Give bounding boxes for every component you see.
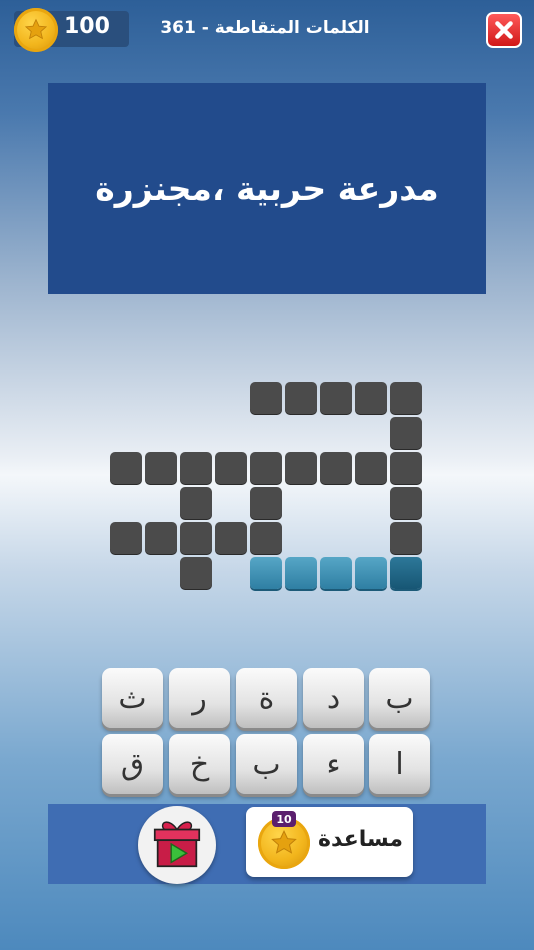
answer-cell[interactable] (320, 557, 352, 589)
page-title: 361 - الكلمات المتقاطعة (160, 18, 370, 38)
grid-cell[interactable] (285, 382, 317, 414)
grid-cell[interactable] (145, 522, 177, 554)
grid-cell[interactable] (180, 487, 212, 519)
grid-cell[interactable] (110, 452, 142, 484)
grid-cell[interactable] (355, 382, 387, 414)
answer-cell[interactable] (250, 557, 282, 589)
grid-cell[interactable] (390, 522, 422, 554)
clue-panel: مدرعة حربية ،مجنزرة (48, 83, 486, 294)
grid-cell[interactable] (355, 452, 387, 484)
grid-cell[interactable] (320, 382, 352, 414)
grid-cell[interactable] (390, 487, 422, 519)
letter-key[interactable]: ب (236, 734, 297, 794)
letter-key[interactable]: ب (369, 668, 430, 728)
coin-icon (14, 8, 58, 52)
grid-cell[interactable] (180, 452, 212, 484)
letter-key[interactable]: ا (369, 734, 430, 794)
grid-cell[interactable] (320, 452, 352, 484)
letter-key[interactable]: ث (102, 668, 163, 728)
close-icon (495, 21, 513, 39)
close-button[interactable] (486, 12, 522, 48)
answer-cell[interactable] (285, 557, 317, 589)
grid-cell[interactable] (250, 487, 282, 519)
grid-cell[interactable] (390, 452, 422, 484)
grid-cell[interactable] (110, 522, 142, 554)
answer-cell-active[interactable] (390, 557, 422, 589)
grid-cell[interactable] (250, 452, 282, 484)
letter-key[interactable]: ة (236, 668, 297, 728)
grid-cell[interactable] (180, 522, 212, 554)
coin-count: 100 (64, 14, 110, 39)
gift-video-icon (153, 821, 201, 868)
grid-cell[interactable] (145, 452, 177, 484)
help-button[interactable]: 10 مساعدة (246, 807, 413, 877)
grid-cell[interactable] (180, 557, 212, 589)
grid-cell[interactable] (215, 452, 247, 484)
help-label: مساعدة (318, 827, 403, 852)
letter-key[interactable]: ء (303, 734, 364, 794)
grid-cell[interactable] (215, 522, 247, 554)
answer-cell[interactable] (355, 557, 387, 589)
grid-cell[interactable] (390, 417, 422, 449)
grid-cell[interactable] (250, 522, 282, 554)
clue-text: مدرعة حربية ،مجنزرة (95, 169, 439, 208)
help-cost-badge: 10 (272, 811, 296, 827)
letter-key[interactable]: ق (102, 734, 163, 794)
letter-key[interactable]: د (303, 668, 364, 728)
letter-key[interactable]: ر (169, 668, 230, 728)
gift-video-button[interactable] (138, 806, 216, 884)
grid-cell[interactable] (285, 452, 317, 484)
letter-key[interactable]: خ (169, 734, 230, 794)
grid-cell[interactable] (250, 382, 282, 414)
grid-cell[interactable] (390, 382, 422, 414)
